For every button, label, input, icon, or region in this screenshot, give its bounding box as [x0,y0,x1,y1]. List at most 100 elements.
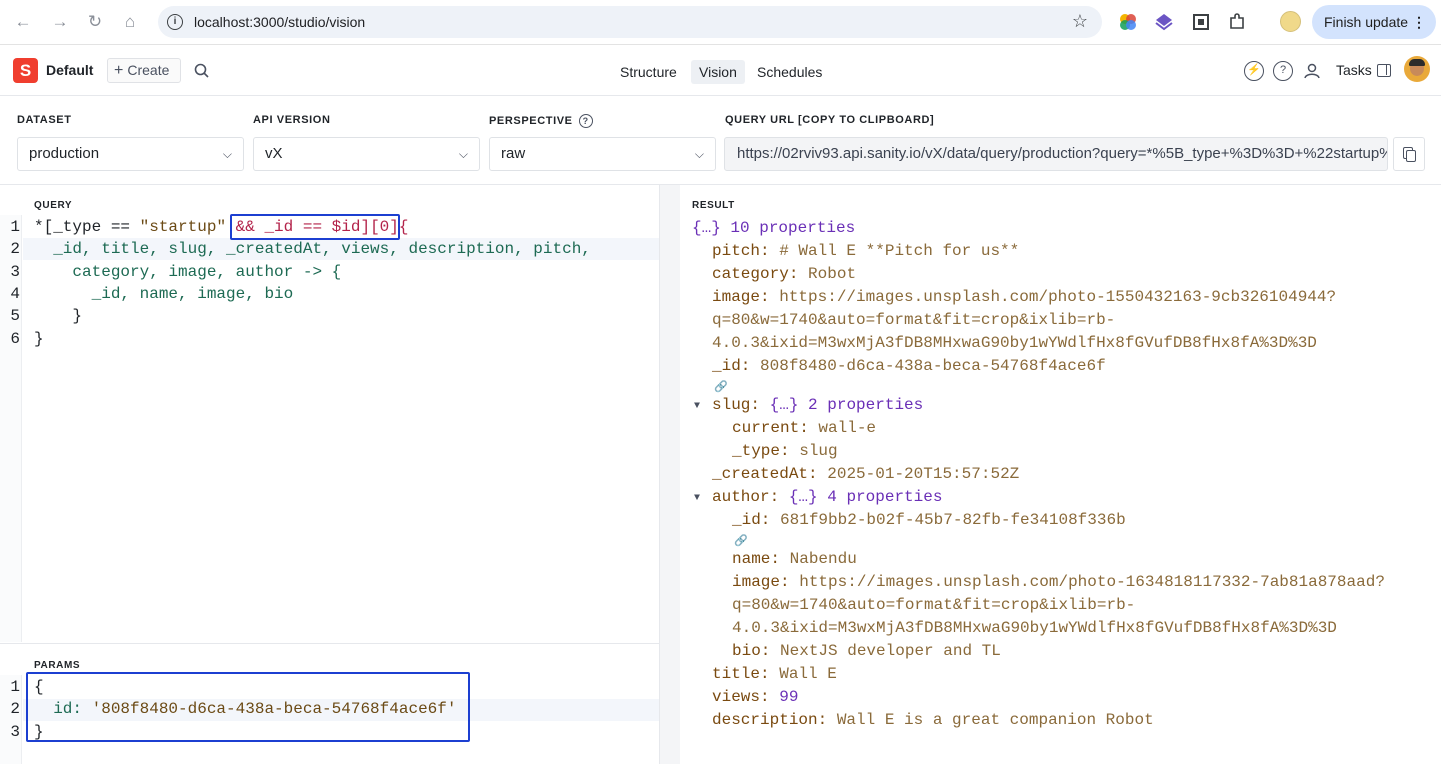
params-divider[interactable] [0,643,659,644]
result-row-slug[interactable]: slug: {…} 2 properties [712,396,923,414]
result-link-value[interactable]: https://images.unsplash.com/photo-163481… [799,573,1385,591]
line-number: 2 [10,240,20,258]
extension-color-icon[interactable] [1118,12,1138,32]
create-label: Create [127,62,170,78]
result-value: NextJS developer and TL [780,642,1001,660]
link-icon[interactable]: 🔗 [714,380,728,394]
result-key: _type: [732,442,790,460]
help-icon[interactable]: ? [1273,61,1293,81]
result-row-views: views: 99 [712,688,798,706]
api-version-value: vX [265,145,283,162]
result-link-value[interactable]: https://images.unsplash.com/photo-155043… [779,288,1336,306]
result-summary: {…} 4 properties [788,488,943,506]
query-token: *[_type == [34,218,140,236]
result-value: # Wall E **Pitch for us** [779,242,1020,260]
query-url-label[interactable]: QUERY URL [COPY TO CLIPBOARD] [725,114,934,126]
result-key: image: [712,288,770,306]
result-row-createdat: _createdAt: 2025-01-20T15:57:52Z [712,465,1019,483]
create-button[interactable]: + Create [107,58,181,83]
chevron-down-icon: ⌵ [694,147,704,161]
result-row-title: title: Wall E [712,665,837,683]
chevron-down-icon: ⌵ [458,147,468,161]
params-label: PARAMS [34,660,81,671]
tool-vision[interactable]: Vision [691,60,745,84]
help-circle-icon[interactable]: ? [578,114,593,128]
people-icon[interactable] [1302,61,1322,81]
result-label: RESULT [692,200,735,211]
result-key: slug: [712,396,761,414]
result-value: wall-e [818,419,877,437]
line-number: 5 [10,307,20,325]
copy-button[interactable] [1393,137,1425,171]
dataset-select[interactable]: production ⌵ [17,137,244,171]
extensions-puzzle-icon[interactable] [1227,12,1247,32]
result-key: pitch: [712,242,770,260]
result-value-wrap[interactable]: q=80&w=1740&auto=format&fit=crop&ixlib=r… [712,311,1115,329]
query-string-token: "startup" [139,218,227,236]
plus-icon: + [114,62,124,79]
finish-update-label: Finish update [1324,14,1409,30]
line-number: 6 [10,330,20,348]
query-line-2: _id, title, slug, _createdAt, views, des… [34,240,591,258]
search-icon[interactable] [193,62,211,80]
site-info-icon[interactable]: i [167,14,183,30]
result-row-author-image: image: https://images.unsplash.com/photo… [732,573,1385,591]
query-url-field[interactable]: https://02rviv93.api.sanity.io/vX/data/q… [724,137,1388,171]
query-line-3: category, image, author -> { [34,263,342,281]
address-bar[interactable]: i localhost:3000/studio/vision ☆ [158,6,1102,38]
address-url[interactable]: localhost:3000/studio/vision [194,14,365,30]
query-label: QUERY [34,200,73,211]
browser-toolbar: ← → ↻ ⌂ i localhost:3000/studio/vision ☆… [0,0,1441,45]
chevron-down-icon: ⌵ [222,147,232,161]
result-value: Nabendu [789,550,857,568]
result-value: slug [799,442,838,460]
reload-icon[interactable]: ↻ [85,12,105,32]
result-summary: {…} 2 properties [769,396,924,414]
api-version-select[interactable]: vX ⌵ [253,137,480,171]
result-key: _id: [712,357,751,375]
query-line-6: } [34,330,44,348]
result-value-wrap[interactable]: 4.0.3&ixid=M3wxMjA3fDB8MHxwaG90by1wYWdlf… [732,619,1337,637]
result-value: 99 [779,688,799,706]
workspace-name[interactable]: Default [46,62,93,78]
perspective-select[interactable]: raw ⌵ [489,137,716,171]
collapse-triangle-icon[interactable]: ▼ [694,401,700,412]
result-key: name: [732,550,781,568]
forward-arrow-icon[interactable]: → [50,12,70,32]
tool-structure[interactable]: Structure [612,60,685,84]
perspective-label: PERSPECTIVE? [489,114,593,128]
tool-schedules[interactable]: Schedules [749,60,830,84]
result-value-wrap[interactable]: 4.0.3&ixid=M3wxMjA3fDB8MHxwaG90by1wYWdlf… [712,334,1317,352]
tasks-button[interactable]: Tasks [1336,62,1372,78]
result-value-wrap[interactable]: q=80&w=1740&auto=format&fit=crop&ixlib=r… [732,596,1135,614]
pane-splitter[interactable] [660,185,680,764]
copy-icon-front [1406,150,1416,162]
result-row-pitch: pitch: # Wall E **Pitch for us** [712,242,1019,260]
perspective-value: raw [501,145,526,162]
back-arrow-icon[interactable]: ← [13,12,33,32]
result-value: 808f8480-d6ca-438a-beca-54768f4ace6f [760,357,1106,375]
line-number: 1 [10,678,20,696]
profile-avatar[interactable] [1280,11,1301,32]
result-root-summary[interactable]: {…} 10 properties [692,219,855,237]
sanity-logo[interactable]: S [13,58,38,83]
more-vert-icon[interactable]: ⋮ [1412,5,1426,39]
result-row-description: description: Wall E is a great companion… [712,711,1154,729]
bookmark-star-icon[interactable]: ☆ [1072,11,1088,32]
extension-stack-icon[interactable] [1154,12,1174,32]
panel-toggle-icon[interactable] [1377,64,1391,77]
result-row-id: _id: 808f8480-d6ca-438a-beca-54768f4ace6… [712,357,1106,375]
collapse-triangle-icon[interactable]: ▼ [694,493,700,504]
result-row-author-id: _id: 681f9bb2-b02f-45b7-82fb-fe34108f336… [732,511,1126,529]
result-value: 2025-01-20T15:57:52Z [827,465,1020,483]
extension-box-icon[interactable] [1191,12,1211,32]
result-row-author[interactable]: author: {…} 4 properties [712,488,942,506]
link-icon[interactable]: 🔗 [734,534,748,548]
result-key: title: [712,665,770,683]
home-icon[interactable]: ⌂ [120,12,140,32]
finish-update-button[interactable]: Finish update ⋮ [1312,5,1436,39]
query-line-5: } [34,307,83,325]
lightning-icon[interactable]: ⚡ [1244,61,1264,81]
line-number: 3 [10,723,20,741]
user-avatar[interactable] [1404,56,1430,82]
